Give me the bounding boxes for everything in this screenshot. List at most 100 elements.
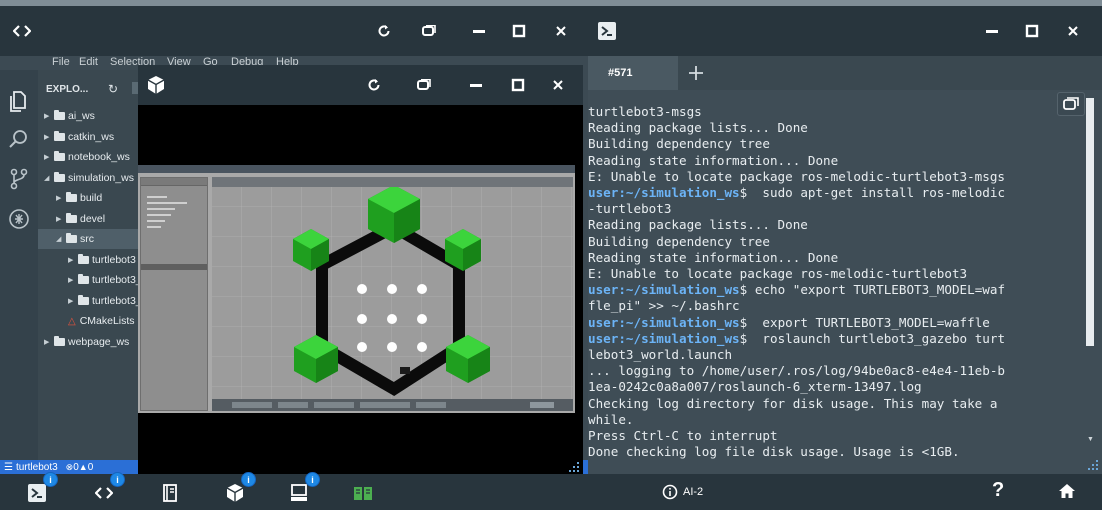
- chevron-down-icon: ◢: [56, 236, 62, 243]
- terminal-minimize-button[interactable]: [974, 16, 1010, 46]
- terminal-line: Building dependency tree: [588, 136, 1083, 152]
- chevron-right-icon: ▶: [56, 215, 62, 223]
- terminal-text: while.: [588, 411, 634, 427]
- gazebo-close-button[interactable]: [540, 70, 576, 100]
- add-tab-button[interactable]: [688, 60, 708, 84]
- turtlebot-robot: [400, 367, 410, 374]
- prompt-path: user:~/simulation_ws: [588, 185, 740, 201]
- tree-item-label: devel: [80, 212, 106, 225]
- menu-edit[interactable]: Edit: [79, 56, 98, 68]
- dock-notebook[interactable]: [153, 478, 187, 508]
- terminal-text: Building dependency tree: [588, 136, 770, 152]
- gazebo-app: [138, 165, 575, 413]
- tree-item[interactable]: ▶ webpage_ws: [38, 332, 129, 352]
- terminal-text: $ echo "export TURTLEBOT3_MODEL=waf: [739, 282, 1006, 298]
- gazebo-reload-button[interactable]: [356, 70, 392, 100]
- dock-ide[interactable]: i: [87, 472, 125, 508]
- tree-item[interactable]: ▶ devel: [38, 209, 105, 229]
- chevron-right-icon: ▶: [44, 338, 50, 346]
- gazebo-time-bar[interactable]: [212, 399, 573, 411]
- tree-item[interactable]: ▶ notebook_ws: [38, 147, 130, 167]
- terminal-text: fle_pi" >> ~/.bashrc: [588, 298, 740, 314]
- terminal-scrollbar[interactable]: ▼: [1084, 90, 1096, 474]
- home-icon[interactable]: [1058, 483, 1076, 504]
- dock-terminal-badge: i: [43, 472, 58, 487]
- terminal-text: Building dependency tree: [588, 233, 770, 249]
- gazebo-panel-tabs[interactable]: [141, 178, 207, 186]
- status-warnings[interactable]: 0: [88, 462, 94, 473]
- terminal-scroll-thumb[interactable]: [1086, 98, 1094, 346]
- tree-item[interactable]: ◢ simulation_ws: [38, 168, 134, 188]
- terminal-line: user:~/simulation_ws$ export TURTLEBOT3_…: [588, 315, 1083, 331]
- tree-item-label: turtlebot3_: [92, 274, 142, 286]
- dock-ai-button[interactable]: AI-2: [662, 484, 703, 500]
- ide-minimize-button[interactable]: [461, 16, 497, 46]
- gazebo-resize-handle[interactable]: [566, 460, 580, 472]
- tree-item[interactable]: ◢ src: [38, 229, 142, 249]
- ide-maximize-button[interactable]: [501, 16, 537, 46]
- copy-button[interactable]: [1057, 92, 1085, 116]
- terminal-body[interactable]: turtlebot3-msgs Reading package lists... …: [588, 90, 1102, 474]
- tree-item-label: build: [80, 192, 103, 204]
- terminal-line: Done checking log file disk usage. Usage…: [588, 444, 1083, 460]
- gazebo-restore-button[interactable]: [406, 70, 442, 100]
- chevron-right-icon: ▶: [44, 113, 50, 120]
- dock-graphical-tools[interactable]: i: [282, 472, 320, 508]
- dock-ide-badge: i: [110, 472, 125, 487]
- terminal-text: ... logging to /home/user/.ros/log/94be0…: [588, 363, 1006, 379]
- ide-close-button[interactable]: [543, 16, 579, 46]
- tree-item-label: CMakeLists: [79, 315, 135, 327]
- status-branch[interactable]: turtlebot3: [16, 462, 58, 473]
- gazebo-toolbar[interactable]: [212, 177, 573, 187]
- terminal-resize-handle[interactable]: [1085, 458, 1099, 470]
- terminal-line: E: Unable to locate package ros-melodic-…: [588, 266, 1083, 282]
- scroll-down-icon[interactable]: ▼: [1087, 436, 1094, 443]
- chevron-right-icon: ▶: [56, 195, 62, 202]
- terminal-text: turtlebot3-msgs: [588, 104, 702, 119]
- terminal-tab[interactable]: #571: [588, 56, 678, 90]
- terminal-line: user:~/simulation_ws$ echo "export TURTL…: [588, 282, 1083, 298]
- gazebo-maximize-button[interactable]: [500, 70, 536, 100]
- search-icon[interactable]: [8, 128, 30, 150]
- tree-item[interactable]: △ CMakeLists: [38, 311, 135, 331]
- tree-item[interactable]: ▶ build: [38, 188, 102, 208]
- gazebo-3d-view[interactable]: [212, 177, 573, 399]
- dock-book[interactable]: [346, 478, 380, 508]
- folder-icon: [66, 192, 77, 202]
- terminal-tabs: #571: [588, 56, 1102, 90]
- terminal-icon: [598, 22, 616, 45]
- dock-gazebo[interactable]: i: [218, 472, 256, 508]
- dock-terminal[interactable]: i: [20, 472, 58, 508]
- menu-file[interactable]: File: [52, 56, 70, 68]
- tree-item[interactable]: ▶ turtlebot3_: [38, 291, 142, 311]
- terminal-text: Reading package lists... Done: [588, 217, 808, 233]
- folder-icon: [54, 171, 65, 182]
- refresh-icon[interactable]: ↻: [108, 82, 118, 96]
- tree-item[interactable]: ▶ ai_ws: [38, 106, 95, 126]
- folder-icon: [66, 212, 77, 223]
- terminal-close-button[interactable]: [1055, 16, 1091, 46]
- terminal-maximize-button[interactable]: [1014, 16, 1050, 46]
- ide-restore-button[interactable]: [411, 16, 447, 46]
- debug-icon[interactable]: [8, 208, 30, 230]
- folder-icon: [78, 253, 89, 264]
- prompt-path: user:~/simulation_ws: [588, 314, 740, 330]
- tree-item[interactable]: ▶ turtlebot3_: [38, 270, 142, 290]
- ide-reload-button[interactable]: [366, 16, 402, 46]
- files-icon[interactable]: [8, 90, 30, 112]
- folder-icon: [54, 151, 65, 161]
- chevron-right-icon: ▶: [44, 154, 50, 161]
- gazebo-world-panel[interactable]: [140, 177, 208, 411]
- branch-icon: ☰: [4, 461, 13, 473]
- gazebo-menubar[interactable]: [138, 165, 575, 173]
- chevron-down-icon: ◢: [44, 174, 50, 182]
- source-control-icon[interactable]: [8, 168, 30, 190]
- gazebo-minimize-button[interactable]: [458, 70, 494, 100]
- folder-icon: [54, 130, 65, 141]
- terminal-text: Reading state information... Done: [588, 249, 839, 265]
- terminal-line: Reading state information... Done: [588, 250, 1083, 266]
- tree-item[interactable]: ▶ catkin_ws: [38, 127, 114, 147]
- warning-icon: ▲: [78, 462, 88, 472]
- help-button[interactable]: ?: [992, 479, 1004, 502]
- tree-item[interactable]: ▶ turtlebot3: [38, 250, 136, 270]
